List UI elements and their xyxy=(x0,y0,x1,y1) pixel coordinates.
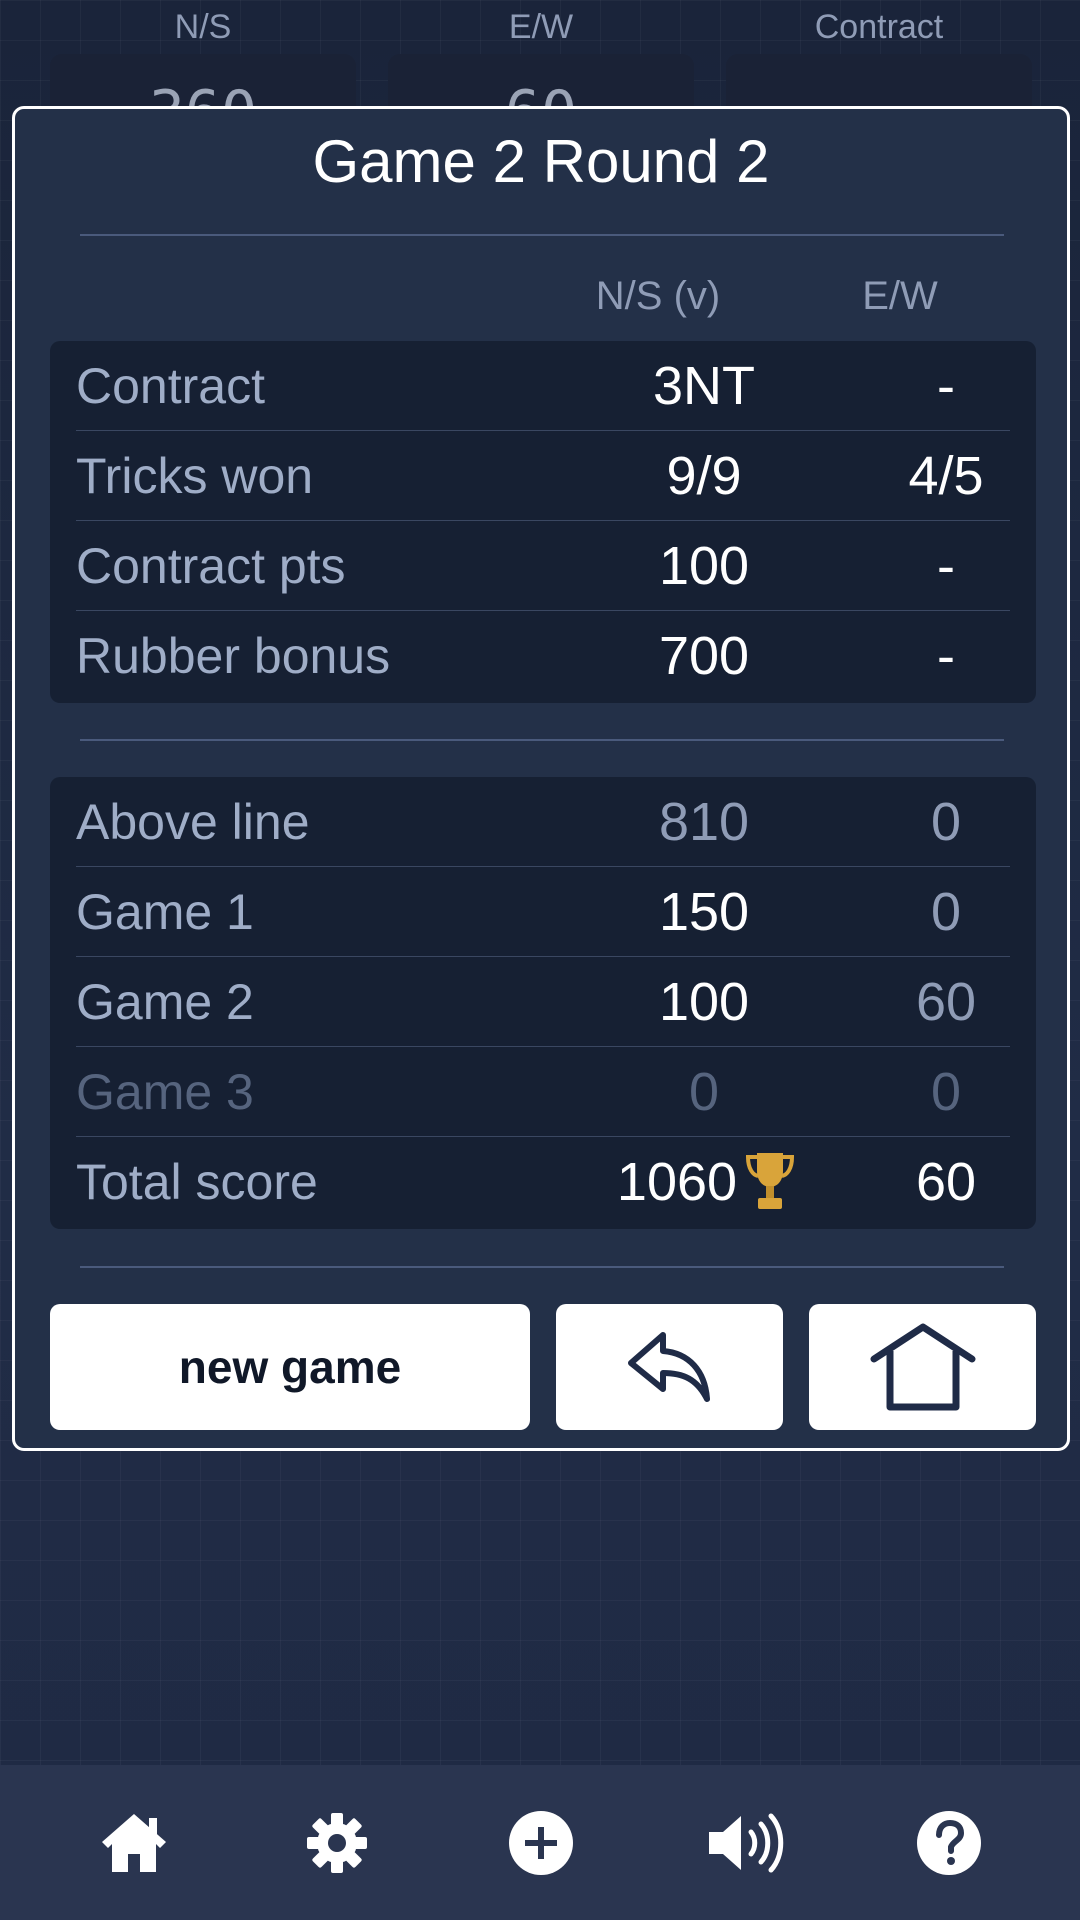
gear-icon xyxy=(307,1813,367,1873)
ew-value: - xyxy=(937,356,955,416)
row-label: Total score xyxy=(76,1154,318,1210)
row-label: Game 1 xyxy=(76,884,254,940)
row-label: Above line xyxy=(76,794,310,850)
help-icon xyxy=(917,1811,981,1875)
ew-value: 60 xyxy=(915,1152,977,1212)
nav-home[interactable] xyxy=(92,1801,176,1885)
plus-icon xyxy=(509,1811,573,1875)
round-summary-dialog: Game 2 Round 2 N/S (v) E/W Contract 3NT … xyxy=(12,106,1070,1451)
row-label: Contract xyxy=(76,358,265,414)
nav-sound[interactable] xyxy=(703,1801,787,1885)
table-row: Tricks won 9/9 4/5 xyxy=(76,431,1010,521)
nav-settings[interactable] xyxy=(295,1801,379,1885)
column-header-ns: N/S (v) xyxy=(595,274,721,318)
trophy-icon xyxy=(746,1152,795,1209)
ns-value: 100 xyxy=(658,536,750,596)
new-game-button[interactable]: new game xyxy=(50,1304,530,1430)
dialog-title: Game 2 Round 2 xyxy=(312,128,770,195)
ns-value: 810 xyxy=(658,792,750,852)
column-header-ew: E/W xyxy=(862,274,938,318)
table-row: Game 1 150 0 xyxy=(76,867,1010,957)
ew-value: 0 xyxy=(930,792,962,852)
row-label: Contract pts xyxy=(76,538,346,594)
ns-value: 100 xyxy=(658,972,750,1032)
row-label: Rubber bonus xyxy=(76,628,391,684)
table-row: Rubber bonus 700 - xyxy=(76,611,1010,701)
nav-help[interactable] xyxy=(907,1801,991,1885)
ns-value: 3NT xyxy=(652,356,755,416)
home-outline-icon xyxy=(870,1323,975,1411)
table-row: Total score 1060 60 xyxy=(76,1137,1010,1227)
table-row: Game 2 100 60 xyxy=(76,957,1010,1047)
speaker-icon xyxy=(709,1813,784,1873)
ns-value: 0 xyxy=(688,1062,720,1122)
ew-value: - xyxy=(937,626,955,686)
table-row: Above line 810 0 xyxy=(76,777,1010,867)
ns-value: 150 xyxy=(658,882,750,942)
bottom-navigation xyxy=(0,1765,1080,1920)
bg-label-ns: N/S xyxy=(174,8,232,46)
background-scoreboard: N/S E/W Contract 360 60 xyxy=(0,0,1080,124)
ns-value: 9/9 xyxy=(666,446,742,506)
bg-label-contract: Contract xyxy=(814,8,944,46)
round-details-panel: Contract 3NT - Tricks won 9/9 4/5 Contra… xyxy=(50,341,1036,703)
divider xyxy=(80,739,1004,741)
table-row: Game 3 0 0 xyxy=(76,1047,1010,1137)
ns-value: 700 xyxy=(658,626,750,686)
ns-total: 1060 xyxy=(556,1137,856,1227)
divider xyxy=(80,234,1004,236)
back-button[interactable] xyxy=(556,1304,783,1430)
table-row: Contract 3NT - xyxy=(76,341,1010,431)
ew-value: 60 xyxy=(915,972,977,1032)
table-row: Contract pts 100 - xyxy=(76,521,1010,611)
row-label: Game 3 xyxy=(76,1064,254,1120)
home-button[interactable] xyxy=(809,1304,1036,1430)
ew-value: - xyxy=(937,536,955,596)
new-game-label: new game xyxy=(178,1341,402,1393)
nav-add[interactable] xyxy=(499,1801,583,1885)
ew-value: 0 xyxy=(930,1062,962,1122)
ns-value: 1060 xyxy=(616,1152,738,1212)
ew-value: 4/5 xyxy=(908,446,984,506)
bg-label-ew: E/W xyxy=(508,8,574,46)
divider xyxy=(80,1266,1004,1268)
ew-value: 0 xyxy=(930,882,962,942)
home-icon xyxy=(102,1814,166,1872)
row-label: Tricks won xyxy=(76,448,314,504)
score-panel: Above line 810 0 Game 1 150 0 Game 2 100… xyxy=(50,777,1036,1229)
row-label: Game 2 xyxy=(76,974,254,1030)
undo-arrow-icon xyxy=(627,1332,710,1402)
